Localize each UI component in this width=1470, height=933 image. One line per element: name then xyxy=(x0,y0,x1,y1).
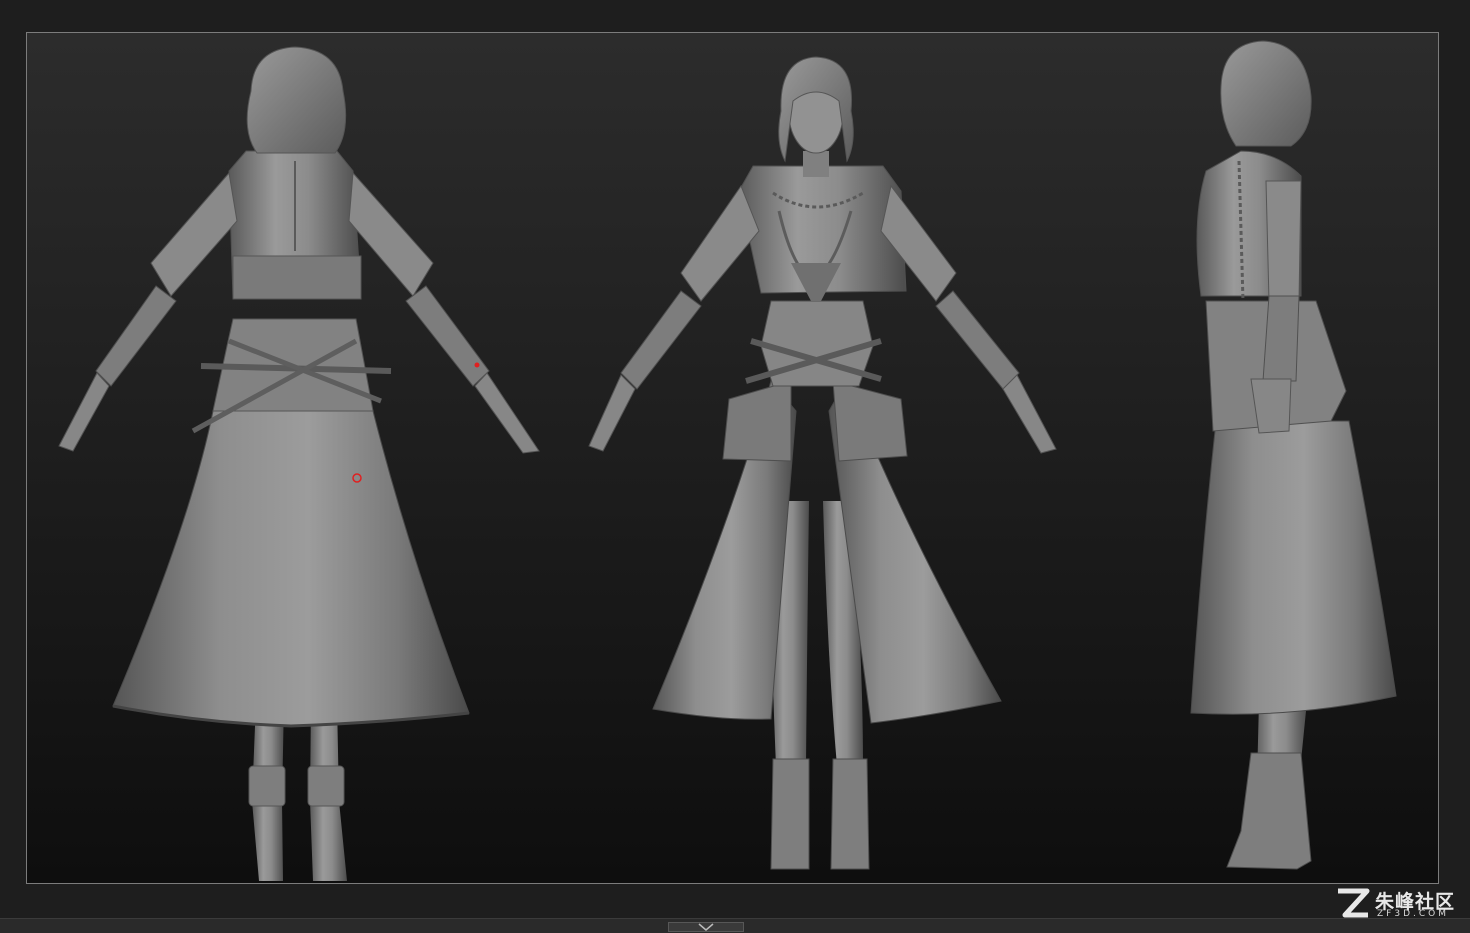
shelf-toggle-button[interactable] xyxy=(668,922,744,932)
back-view-model[interactable] xyxy=(58,46,540,881)
model-views xyxy=(58,40,1397,881)
selection-marker xyxy=(474,362,480,368)
front-view-model[interactable] xyxy=(588,56,1057,870)
watermark-subtitle: ZF3D.COM xyxy=(1377,909,1449,919)
watermark: 朱峰社区 ZF3D.COM xyxy=(1335,885,1465,923)
side-view-model[interactable] xyxy=(1190,40,1397,870)
chevron-down-icon xyxy=(698,923,714,931)
zf3d-logo-icon xyxy=(1338,888,1370,918)
canvas-viewport[interactable] xyxy=(26,32,1439,884)
